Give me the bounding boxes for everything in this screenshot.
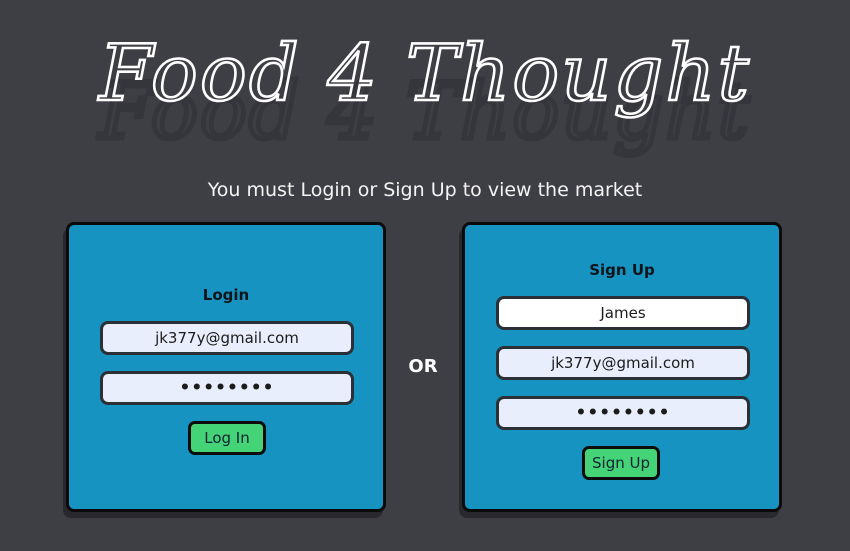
page: Food 4 Thought Food 4 Thought You must L… [0,0,850,551]
signup-name-input[interactable]: James [496,296,750,330]
login-password-input[interactable]: •••••••• [100,371,354,405]
title-text: Food 4 Thought [97,29,751,119]
title-logo: Food 4 Thought Food 4 Thought [95,28,752,158]
login-card: Login jk377y@gmail.com •••••••• Log In [66,222,386,512]
signup-heading: Sign Up [589,261,655,279]
site-title: Food 4 Thought Food 4 Thought [0,8,850,158]
signup-card: Sign Up James jk377y@gmail.com •••••••• … [462,222,782,512]
signup-button[interactable]: Sign Up [582,446,660,480]
or-divider: OR [408,356,438,377]
login-prompt: You must Login or Sign Up to view the ma… [207,179,643,201]
signup-email-input[interactable]: jk377y@gmail.com [496,346,750,380]
login-button[interactable]: Log In [188,421,266,455]
login-email-input[interactable]: jk377y@gmail.com [100,321,354,355]
signup-password-input[interactable]: •••••••• [496,396,750,430]
login-heading: Login [202,286,250,304]
